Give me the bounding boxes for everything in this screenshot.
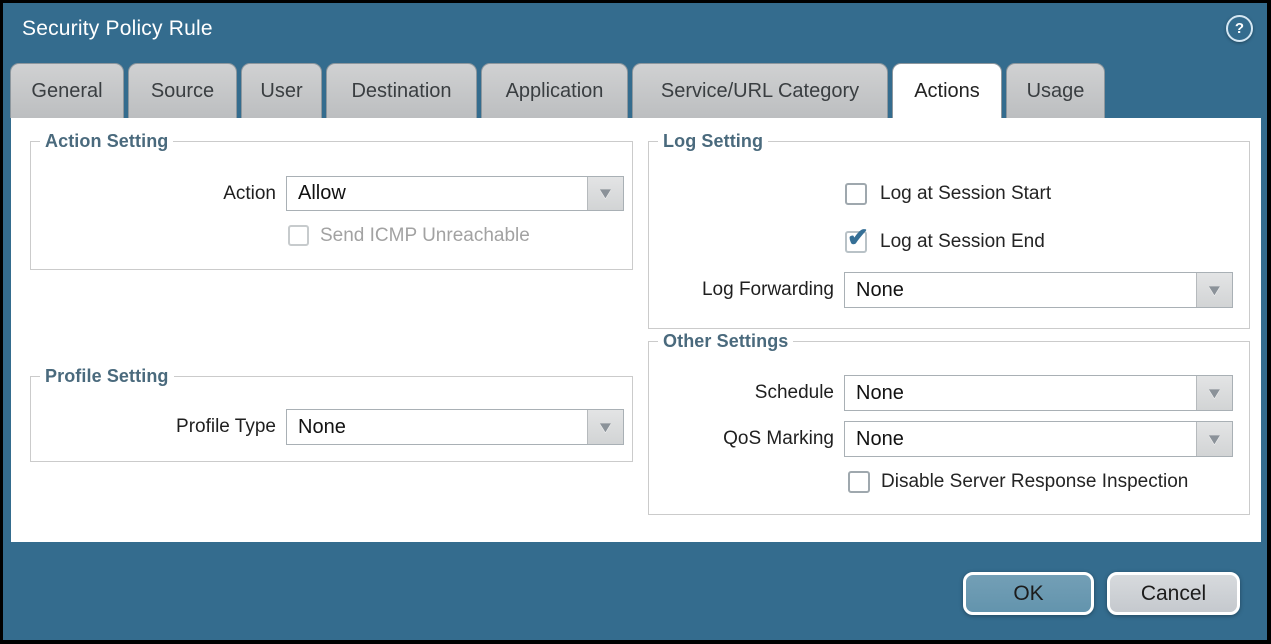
log-forwarding-label: Log Forwarding [649,272,834,308]
log-forwarding-dropdown[interactable]: None ▼ [844,272,1233,308]
other-settings-group: Other Settings Schedule None ▼ QoS Marki… [648,341,1250,515]
tab-actions[interactable]: Actions [892,63,1002,119]
chevron-down-icon: ▼ [1205,282,1224,299]
chevron-down-icon: ▼ [1205,431,1224,448]
profile-type-dropdown-button[interactable]: ▼ [587,410,623,444]
tab-application[interactable]: Application [481,63,628,118]
profile-type-label: Profile Type [31,409,276,445]
qos-marking-label: QoS Marking [649,421,834,457]
schedule-dropdown[interactable]: None ▼ [844,375,1233,411]
log-setting-group: Log Setting Log at Session Start ✔ Log a… [648,141,1250,329]
send-icmp-unreachable-checkbox [288,225,309,246]
cancel-button[interactable]: Cancel [1107,572,1240,615]
log-at-session-end-checkbox[interactable]: ✔ [845,231,867,253]
action-dropdown[interactable]: Allow ▼ [286,176,624,211]
action-dropdown-button[interactable]: ▼ [587,177,623,210]
action-label: Action [31,176,276,211]
help-icon[interactable]: ? [1226,15,1253,42]
qos-marking-dropdown-value: None [845,422,1196,456]
log-setting-legend: Log Setting [658,131,768,152]
chevron-down-icon: ▼ [596,185,615,202]
other-settings-legend: Other Settings [658,331,793,352]
security-policy-rule-dialog: Security Policy Rule ? General Source Us… [0,0,1271,644]
ok-button[interactable]: OK [963,572,1094,615]
schedule-dropdown-button[interactable]: ▼ [1196,376,1232,410]
qos-marking-dropdown-button[interactable]: ▼ [1196,422,1232,456]
profile-setting-legend: Profile Setting [40,366,174,387]
check-icon: ✔ [847,224,869,250]
tab-user[interactable]: User [241,63,322,118]
schedule-dropdown-value: None [845,376,1196,410]
action-setting-group: Action Setting Action Allow ▼ Send ICMP … [30,141,633,270]
profile-setting-group: Profile Setting Profile Type None ▼ [30,376,633,462]
chevron-down-icon: ▼ [1205,385,1224,402]
log-forwarding-dropdown-button[interactable]: ▼ [1196,273,1232,307]
disable-server-response-inspection-label[interactable]: Disable Server Response Inspection [881,471,1188,493]
profile-type-dropdown[interactable]: None ▼ [286,409,624,445]
dialog-title: Security Policy Rule [22,17,213,41]
tab-usage[interactable]: Usage [1006,63,1105,118]
disable-server-response-inspection-checkbox[interactable] [848,471,870,493]
action-dropdown-value: Allow [287,177,587,210]
profile-type-dropdown-value: None [287,410,587,444]
qos-marking-dropdown[interactable]: None ▼ [844,421,1233,457]
chevron-down-icon: ▼ [596,419,615,436]
log-at-session-end-label[interactable]: Log at Session End [880,231,1045,253]
log-at-session-start-checkbox[interactable] [845,183,867,205]
tab-bar: General Source User Destination Applicat… [10,63,1105,118]
send-icmp-unreachable-label: Send ICMP Unreachable [320,225,530,246]
tab-service-url-category[interactable]: Service/URL Category [632,63,888,118]
log-forwarding-dropdown-value: None [845,273,1196,307]
tab-destination[interactable]: Destination [326,63,477,118]
log-at-session-start-label[interactable]: Log at Session Start [880,183,1051,205]
schedule-label: Schedule [649,375,834,411]
tab-source[interactable]: Source [128,63,237,118]
tab-general[interactable]: General [10,63,124,118]
action-setting-legend: Action Setting [40,131,173,152]
